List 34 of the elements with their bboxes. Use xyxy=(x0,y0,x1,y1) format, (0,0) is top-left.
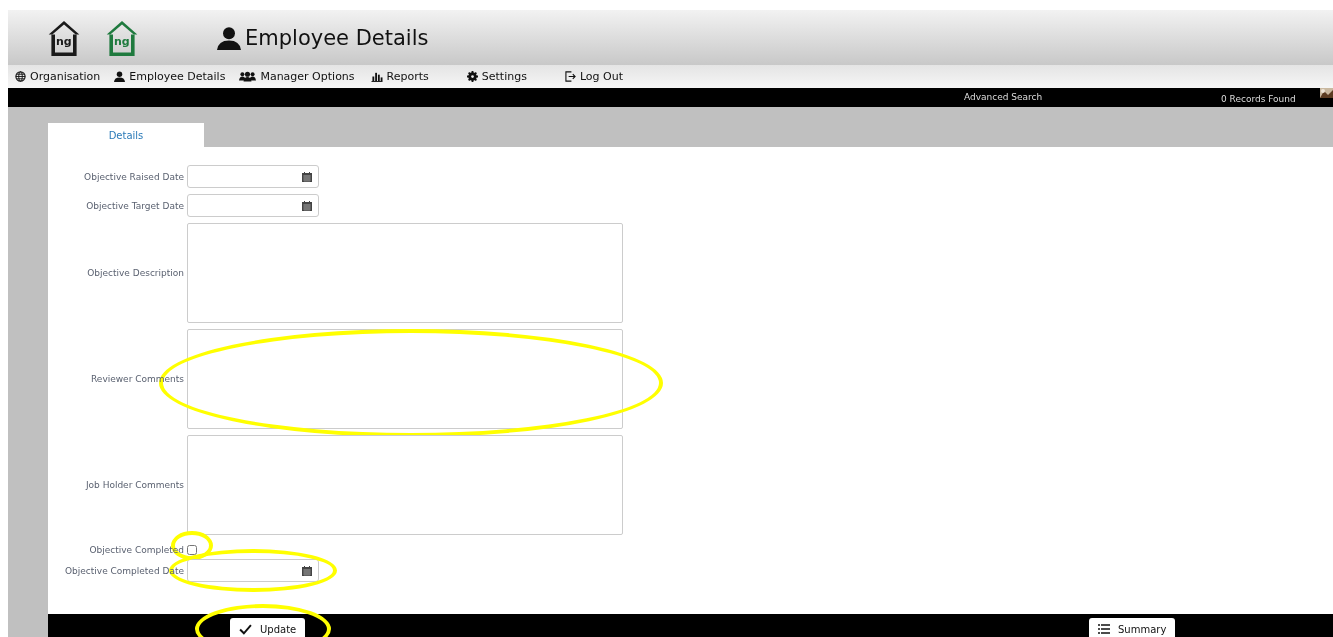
checkbox[interactable] xyxy=(187,545,197,555)
nav-link[interactable]: Settings xyxy=(466,70,527,83)
list-icon xyxy=(1098,624,1110,634)
nav-link[interactable]: Manager Options xyxy=(239,70,355,83)
check-icon xyxy=(239,623,252,635)
globe-icon xyxy=(15,71,26,82)
calendar-icon xyxy=(302,565,312,576)
update-button[interactable]: Update xyxy=(230,618,306,637)
users-icon xyxy=(239,71,257,82)
tab[interactable]: Details xyxy=(48,123,204,147)
settings-icon xyxy=(466,71,478,82)
nav-link[interactable]: Log Out xyxy=(564,70,623,83)
field-label: Objective Target Date xyxy=(85,200,184,211)
logout-icon xyxy=(564,71,576,82)
summary-button[interactable]: Summary xyxy=(1089,618,1176,637)
user-icon xyxy=(114,71,126,82)
calendar-icon xyxy=(302,171,312,182)
date-field[interactable] xyxy=(187,165,319,188)
user-icon xyxy=(217,25,241,50)
field-label: Objective Description xyxy=(86,268,184,278)
house-logo: ng xyxy=(46,17,82,58)
calendar-icon xyxy=(302,200,312,211)
date-field[interactable] xyxy=(187,194,319,217)
house-logo: ng xyxy=(104,17,140,58)
nav-link[interactable]: Employee Details xyxy=(114,70,226,83)
field-label: Objective Raised Date xyxy=(83,171,184,182)
bar-chart-icon xyxy=(370,71,383,82)
records-count: 0 Records Found xyxy=(1221,94,1296,104)
advanced-search-link[interactable]: Advanced Search xyxy=(964,92,1043,102)
nav-link[interactable]: Organisation xyxy=(15,70,101,83)
date-field[interactable] xyxy=(187,559,319,582)
nav-link[interactable]: Reports xyxy=(370,70,429,83)
field-label: Job Holder Comments xyxy=(84,480,184,490)
page-title: Employee Details xyxy=(245,25,429,50)
